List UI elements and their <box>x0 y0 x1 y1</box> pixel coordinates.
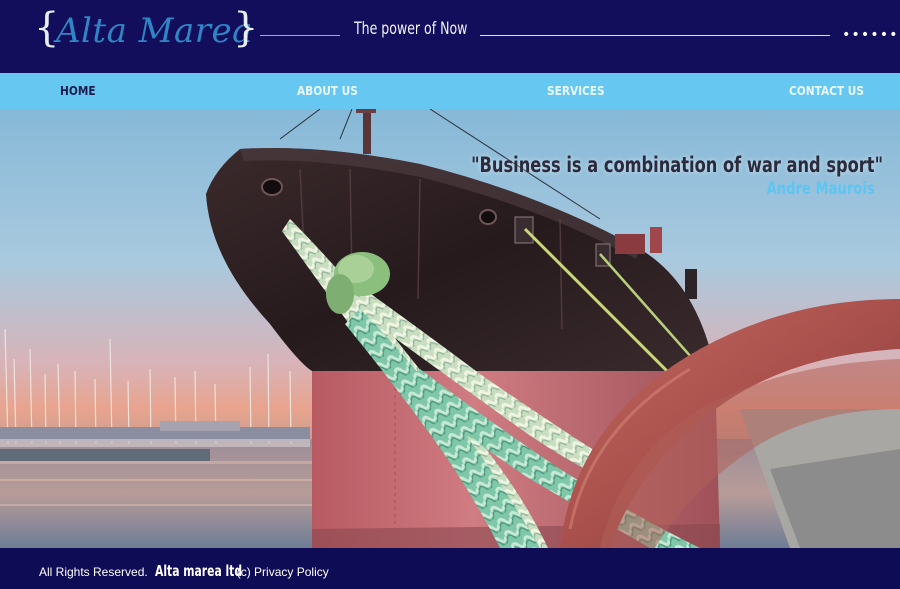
privacy-policy-link[interactable]: (c) Privacy Policy <box>237 565 329 579</box>
hero-banner: "Business is a combination of war and sp… <box>0 109 900 548</box>
copyright-text: All Rights Reserved. <box>39 565 148 579</box>
hero-quote: "Business is a combination of war and sp… <box>471 153 883 177</box>
nav-home[interactable]: HOME <box>60 85 96 97</box>
nav-about-us[interactable]: ABOUT US <box>297 85 358 97</box>
header-divider-short <box>260 35 340 36</box>
nav-contact-us[interactable]: CONTACT US <box>789 85 864 97</box>
site-header: { Alta Marea } The power of Now ••••••• <box>0 0 900 73</box>
main-nav: HOME ABOUT US SERVICES CONTACT US <box>0 73 900 109</box>
footer-row: All Rights Reserved. Alta marea ltd (c) … <box>39 562 329 580</box>
site-logo[interactable]: Alta Marea <box>56 14 253 48</box>
header-divider-long <box>480 35 830 36</box>
nav-services[interactable]: SERVICES <box>547 85 605 97</box>
tagline: The power of Now <box>354 19 468 39</box>
site-footer: All Rights Reserved. Alta marea ltd (c) … <box>0 548 900 589</box>
logo-brace-right: } <box>233 5 259 51</box>
dotted-ornament: ••••••• <box>842 27 900 43</box>
footer-brand: Alta marea ltd <box>154 562 242 580</box>
quote-author: Andre Maurois <box>766 179 875 199</box>
